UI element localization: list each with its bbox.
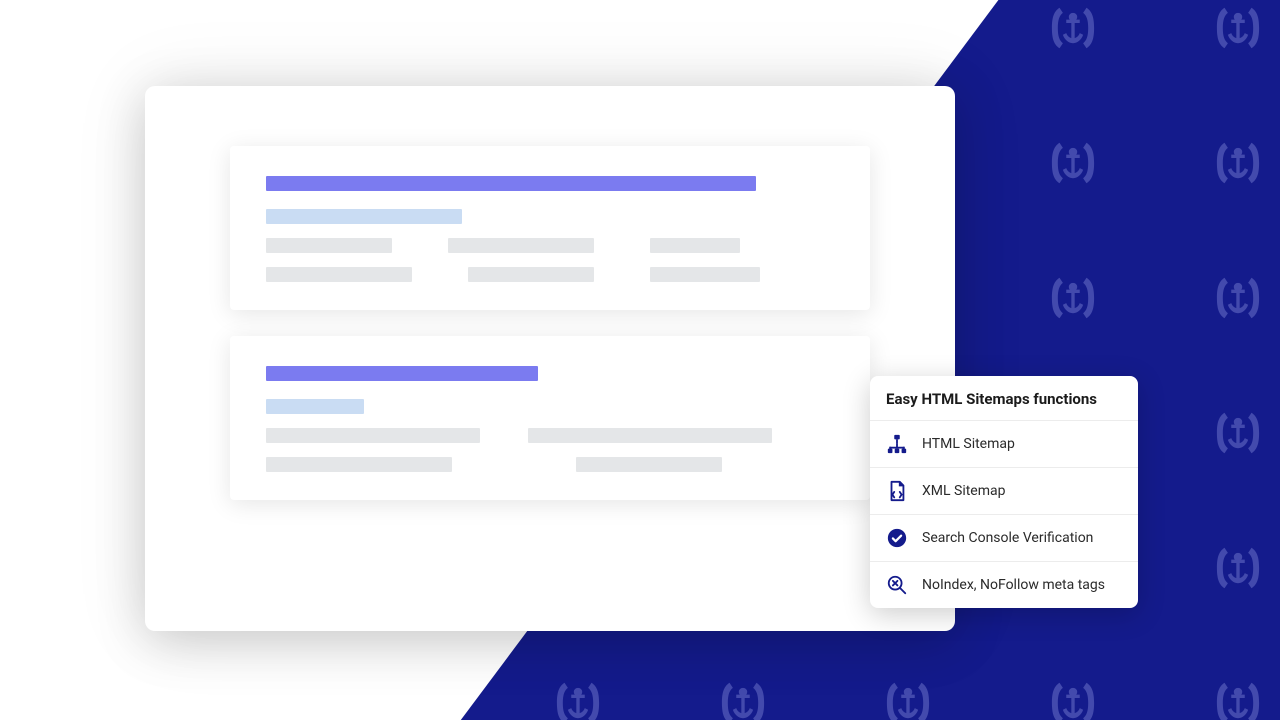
xml-file-icon: [886, 480, 908, 502]
sitemap-tree-icon: [886, 433, 908, 455]
function-item-noindex[interactable]: NoIndex, NoFollow meta tags: [870, 561, 1138, 608]
brand-logo-icon: [56, 271, 110, 325]
function-item-label: NoIndex, NoFollow meta tags: [922, 577, 1105, 593]
placeholder-bar: [266, 457, 452, 472]
brand-logo-icon: [1211, 271, 1265, 325]
brand-logo-icon: [551, 1, 605, 55]
brand-logo-icon: [56, 406, 110, 460]
brand-logo-icon: [1211, 676, 1265, 720]
placeholder-bar: [266, 267, 412, 282]
brand-logo-icon: [1046, 676, 1100, 720]
brand-logo-icon: [386, 1, 440, 55]
placeholder-bar: [650, 267, 760, 282]
brand-logo-icon: [1211, 541, 1265, 595]
function-item-search-console[interactable]: Search Console Verification: [870, 514, 1138, 561]
functions-card-title: Easy HTML Sitemaps functions: [870, 376, 1138, 420]
placeholder-title-bar: [266, 366, 538, 381]
brand-logo-icon: [881, 1, 935, 55]
placeholder-bar: [468, 267, 594, 282]
brand-logo-icon: [1211, 1, 1265, 55]
brand-logo-icon: [1046, 1, 1100, 55]
placeholder-bar: [576, 457, 722, 472]
main-preview-card: [145, 86, 955, 631]
placeholder-subtitle-bar: [266, 399, 364, 414]
brand-logo-icon: [221, 1, 275, 55]
function-item-html-sitemap[interactable]: HTML Sitemap: [870, 420, 1138, 467]
brand-logo-icon: [56, 1, 110, 55]
placeholder-bar: [528, 428, 772, 443]
placeholder-subtitle-bar: [266, 209, 462, 224]
function-item-xml-sitemap[interactable]: XML Sitemap: [870, 467, 1138, 514]
brand-logo-icon: [386, 676, 440, 720]
placeholder-bar: [266, 428, 480, 443]
function-item-label: Search Console Verification: [922, 530, 1093, 546]
brand-logo-icon: [56, 541, 110, 595]
brand-logo-icon: [1211, 136, 1265, 190]
brand-logo-icon: [716, 1, 770, 55]
brand-logo-icon: [716, 676, 770, 720]
brand-logo-icon: [551, 676, 605, 720]
brand-logo-icon: [56, 676, 110, 720]
preview-panel-2: [230, 336, 870, 500]
function-item-label: HTML Sitemap: [922, 436, 1015, 452]
brand-logo-icon: [56, 136, 110, 190]
check-circle-icon: [886, 527, 908, 549]
brand-logo-icon: [1211, 406, 1265, 460]
brand-logo-icon: [881, 676, 935, 720]
brand-logo-icon: [1046, 136, 1100, 190]
placeholder-bar: [266, 238, 392, 253]
placeholder-bar: [650, 238, 740, 253]
brand-logo-icon: [221, 676, 275, 720]
preview-panel-1: [230, 146, 870, 310]
placeholder-title-bar: [266, 176, 756, 191]
function-item-label: XML Sitemap: [922, 483, 1006, 499]
brand-logo-icon: [1046, 271, 1100, 325]
placeholder-bar: [448, 238, 594, 253]
magnifier-x-icon: [886, 574, 908, 596]
functions-card: Easy HTML Sitemaps functions HTML Sitema…: [870, 376, 1138, 608]
